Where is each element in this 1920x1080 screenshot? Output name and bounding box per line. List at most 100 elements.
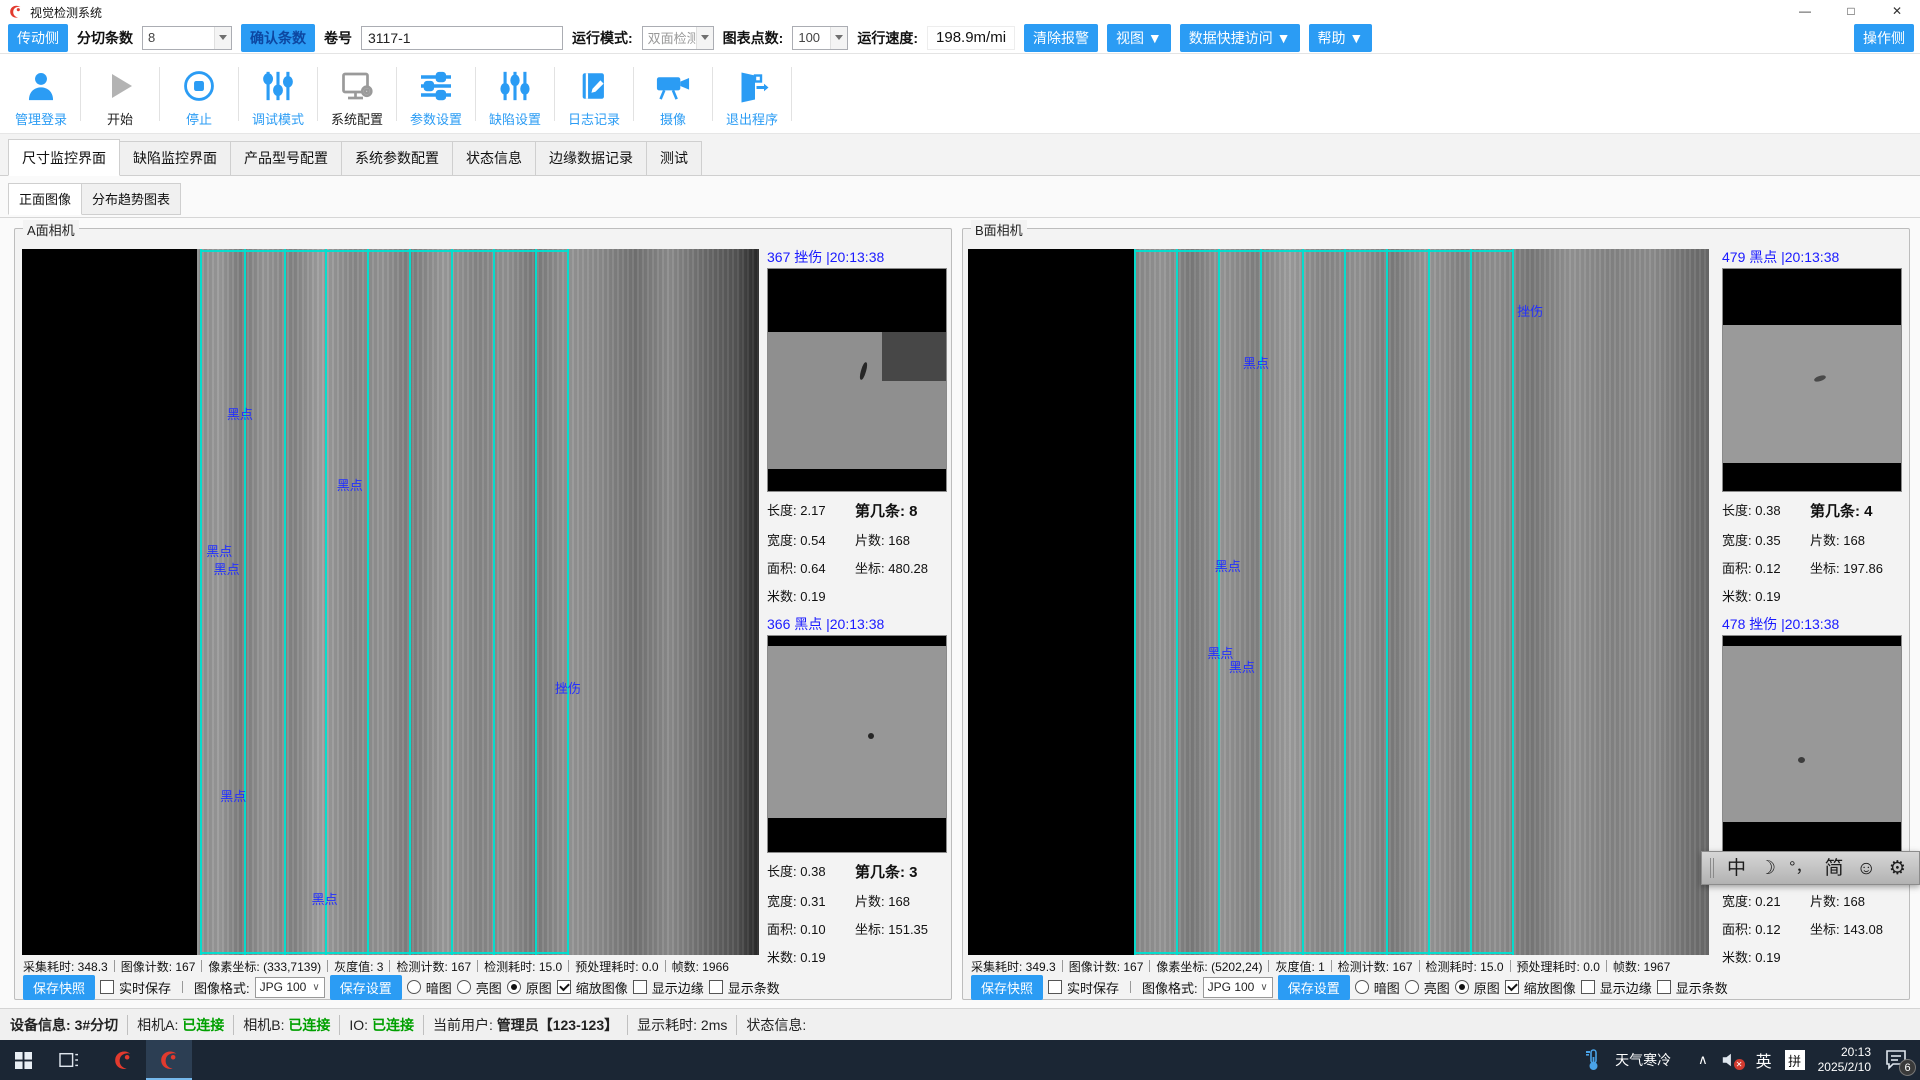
original-image-radio[interactable] — [507, 980, 521, 994]
maximize-button[interactable]: □ — [1828, 0, 1874, 22]
tab-status-info[interactable]: 状态信息 — [452, 141, 536, 176]
camera-a-stats-line: 采集耗时: 348.3 图像计数: 167 像素坐标: (333,7139) 灰… — [23, 957, 763, 975]
device-info-value: 3#分切 — [75, 1015, 119, 1035]
chevron-down-icon[interactable] — [214, 27, 231, 49]
strip-boundary-line — [284, 249, 286, 955]
stop-button[interactable]: 停止 — [164, 60, 234, 128]
confirm-count-button[interactable]: 确认条数 — [241, 24, 315, 52]
tab-test[interactable]: 测试 — [646, 141, 702, 176]
taskbar: 天气寒冷 ∧ ✕ 英 拼 20:13 2025/2/10 6 — [0, 1040, 1920, 1080]
show-strips-checkbox[interactable] — [1657, 980, 1671, 994]
tab-edge-data-record[interactable]: 边缘数据记录 — [535, 141, 647, 176]
show-edges-checkbox[interactable] — [1581, 980, 1595, 994]
close-button[interactable]: ✕ — [1874, 0, 1920, 22]
defect-annotation: 黑点 — [312, 889, 338, 908]
app-logo-icon — [8, 4, 23, 19]
realtime-save-checkbox[interactable] — [1048, 980, 1062, 994]
clear-alarm-button[interactable]: 清除报警 — [1024, 24, 1098, 52]
capture-button[interactable]: 摄像 — [638, 60, 708, 128]
image-format-select[interactable]: JPG 100∨ — [1203, 977, 1273, 998]
pinned-app-task-view[interactable] — [46, 1040, 92, 1080]
strip-boundary-line — [1302, 249, 1304, 955]
io-conn-status: 已连接 — [372, 1015, 414, 1035]
defect-settings-button[interactable]: 缺陷设置 — [480, 60, 550, 128]
image-format-select[interactable]: JPG 100∨ — [255, 977, 325, 998]
simplified-chinese-icon[interactable]: 简 — [1824, 859, 1843, 878]
tab-product-model-config[interactable]: 产品型号配置 — [230, 141, 342, 176]
original-image-radio[interactable] — [1455, 980, 1469, 994]
operator-side-button[interactable]: 操作侧 — [1854, 24, 1914, 52]
roll-no-input[interactable]: 3117-1 — [361, 26, 563, 50]
strip-boundary-line — [200, 249, 202, 955]
emoji-icon[interactable]: ☺ — [1856, 859, 1875, 878]
debug-mode-button[interactable]: 调试模式 — [243, 60, 313, 128]
date: 2025/2/10 — [1818, 1060, 1871, 1074]
ime-mode-chinese[interactable]: 中 — [1727, 859, 1746, 878]
volume-muted-icon[interactable]: ✕ — [1721, 1051, 1743, 1069]
tab-distribution-trend-chart[interactable]: 分布趋势图表 — [81, 183, 181, 215]
zoom-image-checkbox[interactable] — [557, 980, 571, 994]
tab-front-image[interactable]: 正面图像 — [8, 183, 82, 215]
drag-handle[interactable] — [1710, 858, 1714, 878]
strip-boundary-line — [535, 249, 537, 955]
strip-boundary-line — [409, 249, 411, 955]
realtime-save-checkbox[interactable] — [100, 980, 114, 994]
clock[interactable]: 20:13 2025/2/10 — [1818, 1045, 1871, 1075]
current-user-label: 当前用户: — [433, 1015, 493, 1035]
show-edges-checkbox[interactable] — [633, 980, 647, 994]
strip-region — [1134, 249, 1709, 955]
start-button[interactable]: 开始 — [85, 60, 155, 128]
language-indicator[interactable]: 英 — [1756, 1048, 1772, 1072]
stop-icon — [182, 64, 216, 104]
camera-a-panel: A面相机 黑点 黑点 黑点 黑点 挫伤 黑点 黑点 367 挫伤 | — [14, 228, 952, 1000]
slit-count-select[interactable]: 8 — [142, 26, 232, 50]
punctuation-icon[interactable]: °， — [1789, 860, 1811, 876]
minimize-button[interactable]: — — [1782, 0, 1828, 22]
bright-image-radio[interactable] — [1405, 980, 1419, 994]
view-menu-button[interactable]: 视图 ▼ — [1107, 24, 1171, 52]
speed-label: 运行速度: — [857, 28, 918, 48]
show-strips-checkbox[interactable] — [709, 980, 723, 994]
gear-icon[interactable]: ⚙ — [1889, 859, 1906, 878]
save-snapshot-button[interactable]: 保存快照 — [23, 975, 95, 1000]
save-settings-button[interactable]: 保存设置 — [330, 975, 402, 1000]
param-settings-button[interactable]: 参数设置 — [401, 60, 471, 128]
chevron-up-icon[interactable]: ∧ — [1698, 1052, 1708, 1068]
bright-image-radio[interactable] — [457, 980, 471, 994]
strip-boundary-line — [1344, 249, 1346, 955]
sliders-vertical-icon — [261, 64, 295, 104]
chart-points-select[interactable]: 100 — [792, 26, 848, 50]
zoom-image-checkbox[interactable] — [1505, 980, 1519, 994]
defect-stats: 长度: 0.38 第几条: 4 宽度: 0.35 片数: 168 面积: 0.1… — [1722, 500, 1904, 605]
exit-program-button[interactable]: 退出程序 — [717, 60, 787, 128]
dark-image-radio[interactable] — [407, 980, 421, 994]
weather-status[interactable]: 天气寒冷 — [1615, 1050, 1671, 1070]
help-menu-button[interactable]: 帮助 ▼ — [1309, 24, 1373, 52]
drive-side-button[interactable]: 传动侧 — [8, 24, 68, 52]
defect-header: 479 黑点 |20:13:38 — [1722, 247, 1904, 268]
moon-icon[interactable]: ☽ — [1759, 859, 1776, 878]
tab-system-param-config[interactable]: 系统参数配置 — [341, 141, 453, 176]
ime-indicator[interactable]: 拼 — [1785, 1050, 1805, 1070]
chevron-down-icon[interactable] — [696, 27, 713, 49]
tab-size-monitor[interactable]: 尺寸监控界面 — [8, 139, 120, 176]
pinned-app-vision-system[interactable] — [100, 1040, 146, 1080]
chevron-down-icon[interactable] — [830, 27, 847, 49]
run-mode-select[interactable]: 双面检测 — [642, 26, 714, 50]
defect-thumbnail — [1722, 268, 1902, 492]
system-tray: 天气寒冷 ∧ ✕ 英 拼 20:13 2025/2/10 6 — [1584, 1045, 1920, 1075]
save-settings-button[interactable]: 保存设置 — [1278, 975, 1350, 1000]
ime-language-bar: 中 ☽ °， 简 ☺ ⚙ — [1701, 851, 1920, 885]
strip-boundary-line — [1218, 249, 1220, 955]
data-quick-access-menu-button[interactable]: 数据快捷访问 ▼ — [1180, 24, 1300, 52]
save-snapshot-button[interactable]: 保存快照 — [971, 975, 1043, 1000]
dark-image-radio[interactable] — [1355, 980, 1369, 994]
action-center-button[interactable]: 6 — [1884, 1047, 1910, 1073]
start-button[interactable] — [0, 1040, 46, 1080]
admin-login-button[interactable]: 管理登录 — [6, 60, 76, 128]
running-app-vision-system[interactable] — [146, 1040, 192, 1080]
tab-defect-monitor[interactable]: 缺陷监控界面 — [119, 141, 231, 176]
strip-boundary-line — [1512, 249, 1514, 955]
log-record-button[interactable]: 日志记录 — [559, 60, 629, 128]
system-config-button[interactable]: 系统配置 — [322, 60, 392, 128]
